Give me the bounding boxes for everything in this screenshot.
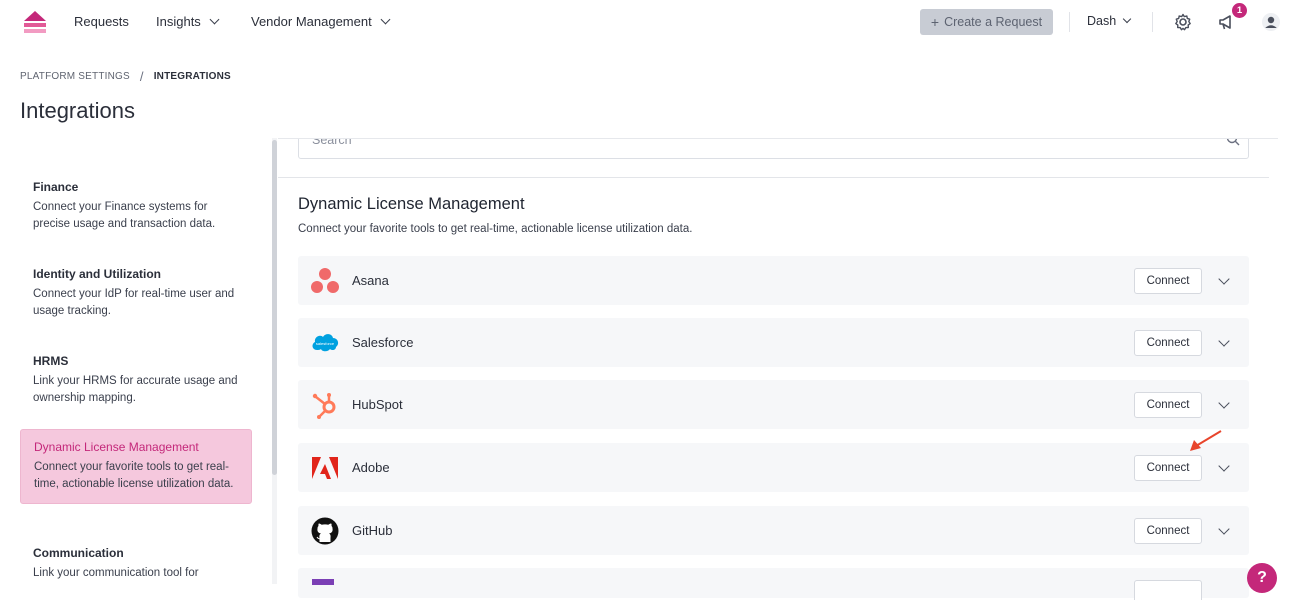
connect-asana-button[interactable]: Connect [1134, 268, 1202, 294]
partial-connect-button[interactable] [1134, 580, 1202, 600]
sidebar-item-title: Identity and Utilization [33, 267, 161, 281]
create-request-button[interactable]: + Create a Request [920, 9, 1053, 35]
nav-divider [1152, 12, 1153, 32]
adobe-icon [312, 457, 338, 479]
sidebar-item-hrms[interactable]: HRMS Link your HRMS for accurate usage a… [20, 344, 252, 417]
integration-row-adobe: Adobe Connect [298, 443, 1249, 492]
sidebar-item-identity[interactable]: Identity and Utilization Connect your Id… [20, 257, 252, 330]
top-navigation-bar: Requests Insights Vendor Management + Cr… [0, 0, 1293, 44]
breadcrumb: PLATFORM SETTINGS / INTEGRATIONS [20, 69, 231, 84]
sidebar-item-finance[interactable]: Finance Connect your Finance systems for… [20, 170, 252, 243]
help-button[interactable]: ? [1247, 563, 1277, 593]
notification-badge: 1 [1232, 3, 1247, 18]
integration-name: Asana [352, 273, 389, 288]
chevron-down-icon [1122, 14, 1132, 24]
connect-github-button[interactable]: Connect [1134, 518, 1202, 544]
integration-name: HubSpot [352, 397, 403, 412]
connect-hubspot-button[interactable]: Connect [1134, 392, 1202, 418]
sidebar-item-description: Link your HRMS for accurate usage and ow… [33, 375, 238, 404]
integration-row-asana: Asana Connect [298, 256, 1249, 305]
sidebar-item-communication[interactable]: Communication Link your communication to… [20, 536, 252, 584]
header-divider [278, 138, 1278, 139]
connect-salesforce-button[interactable]: Connect [1134, 330, 1202, 356]
sidebar-item-description: Link your communication tool for [33, 567, 199, 579]
sidebar-item-title: Dynamic License Management [34, 440, 199, 454]
workspace-dropdown[interactable]: Dash [1087, 14, 1132, 28]
integration-category-sidebar: Finance Connect your Finance systems for… [20, 138, 272, 584]
section-title: Dynamic License Management [298, 195, 525, 213]
svg-text:salesforce: salesforce [316, 341, 335, 346]
partial-logo-icon [312, 579, 334, 585]
annotation-arrow-icon [1190, 430, 1222, 451]
page-title: Integrations [20, 98, 135, 123]
sidebar-item-title: Communication [33, 546, 124, 560]
chevron-down-icon [209, 14, 220, 25]
salesforce-icon: salesforce [312, 334, 339, 352]
expand-chevron-icon[interactable] [1218, 273, 1230, 285]
sidebar-item-description: Connect your Finance systems for precise… [33, 201, 216, 230]
hubspot-icon [312, 393, 336, 419]
connect-adobe-button[interactable]: Connect [1134, 455, 1202, 481]
create-request-label: Create a Request [944, 15, 1043, 29]
nav-divider [1069, 12, 1070, 32]
nav-insights[interactable]: Insights [156, 14, 220, 29]
logo-icon[interactable] [22, 9, 48, 35]
section-description: Connect your favorite tools to get real-… [298, 223, 693, 235]
expand-chevron-icon[interactable] [1218, 335, 1230, 347]
nav-vendor-management-label: Vendor Management [251, 14, 372, 29]
workspace-label: Dash [1087, 14, 1117, 28]
sidebar-item-title: Finance [33, 180, 79, 194]
integration-row-partial [298, 568, 1249, 600]
breadcrumb-platform-settings[interactable]: PLATFORM SETTINGS [20, 71, 130, 82]
gear-icon[interactable] [1173, 12, 1193, 32]
sidebar-scrollbar-thumb[interactable] [272, 140, 277, 475]
nav-vendor-management[interactable]: Vendor Management [251, 14, 391, 29]
github-icon [311, 517, 339, 545]
integration-name: Adobe [352, 460, 390, 475]
breadcrumb-separator: / [139, 69, 144, 84]
sidebar-item-title: HRMS [33, 354, 69, 368]
sidebar-item-description: Connect your favorite tools to get real-… [34, 461, 234, 490]
integration-name: GitHub [352, 523, 393, 538]
sidebar-item-dynamic-license-management[interactable]: Dynamic License Management Connect your … [20, 429, 252, 504]
user-icon[interactable] [1261, 12, 1281, 32]
nav-insights-label: Insights [156, 14, 201, 29]
integration-row-hubspot: HubSpot Connect [298, 380, 1249, 429]
expand-chevron-icon[interactable] [1218, 460, 1230, 472]
expand-chevron-icon[interactable] [1218, 397, 1230, 409]
sticky-header-cover [278, 44, 1293, 138]
plus-icon: + [930, 14, 940, 30]
nav-requests[interactable]: Requests [74, 14, 129, 29]
breadcrumb-current: INTEGRATIONS [153, 71, 231, 82]
expand-chevron-icon[interactable] [1218, 523, 1230, 535]
integration-name: Salesforce [352, 335, 414, 350]
sidebar-item-description: Connect your IdP for real-time user and … [33, 288, 235, 317]
integration-row-salesforce: salesforce Salesforce Connect [298, 318, 1249, 367]
integration-row-github: GitHub Connect [298, 506, 1249, 555]
section-divider [278, 177, 1269, 178]
nav-requests-label: Requests [74, 14, 129, 29]
asana-icon [311, 268, 339, 293]
chevron-down-icon [380, 14, 391, 25]
